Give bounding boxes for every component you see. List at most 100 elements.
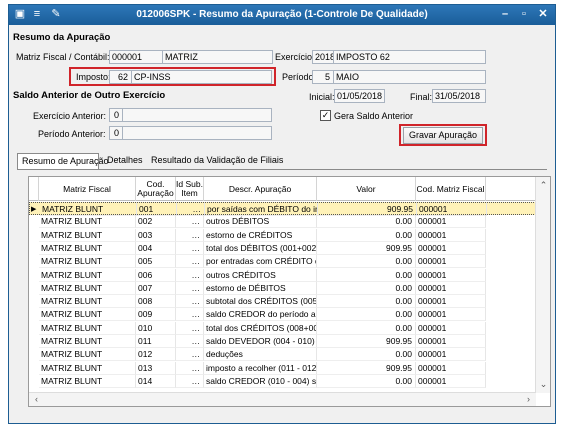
cell-cod-apuracao[interactable]: 013 [136, 361, 176, 375]
table-row[interactable]: MATRIZ BLUNT 012… deduções 0.00 000001 [29, 348, 536, 362]
periodo-anterior-field[interactable]: 0 [109, 126, 123, 140]
cell-id-sub-item[interactable]: … [176, 215, 204, 229]
cell-valor[interactable]: 0.00 [317, 295, 416, 309]
cell-valor[interactable]: 0.00 [317, 215, 416, 229]
cell-matriz-fiscal[interactable]: MATRIZ BLUNT [39, 255, 136, 269]
cell-id-sub-item[interactable]: … [176, 255, 204, 269]
table-row[interactable]: MATRIZ BLUNT 009… saldo CREDOR do período … [29, 308, 536, 322]
cell-descr-apuracao[interactable]: estorno de CRÉDITOS [204, 228, 317, 242]
cell-descr-apuracao[interactable]: outros DÉBITOS [204, 215, 317, 229]
horizontal-scrollbar[interactable]: ‹ › [29, 392, 536, 406]
cell-cod-matriz-fiscal[interactable]: 000001 [416, 295, 486, 309]
table-row[interactable]: MATRIZ BLUNT 002… outros DÉBITOS 0.00 000001 [29, 215, 536, 229]
cell-id-sub-item[interactable]: … [177, 203, 205, 216]
cell-matriz-fiscal[interactable]: MATRIZ BLUNT [39, 241, 136, 255]
cell-descr-apuracao[interactable]: subtotal dos CRÉDITOS (005+0 [204, 295, 317, 309]
cell-descr-apuracao[interactable]: saldo DEVEDOR (004 - 010) se D [204, 335, 317, 348]
cell-cod-apuracao[interactable]: 008 [136, 295, 176, 309]
cell-cod-apuracao[interactable]: 012 [136, 348, 176, 362]
cell-id-sub-item[interactable]: … [176, 295, 204, 309]
tab-detalhes[interactable]: Detalhes [103, 153, 147, 169]
table-row[interactable]: MATRIZ BLUNT 007… estorno de DÉBITOS 0.00 00… [29, 281, 536, 295]
cell-descr-apuracao[interactable]: outros CRÉDITOS [204, 268, 317, 282]
cell-cod-matriz-fiscal[interactable]: 000001 [416, 215, 486, 229]
cell-descr-apuracao[interactable]: por saídas com DÉBITO do impos [205, 203, 318, 216]
table-row[interactable]: MATRIZ BLUNT 004… total dos DÉBITOS (001+0… [29, 241, 536, 255]
cell-id-sub-item[interactable]: … [176, 335, 204, 348]
cell-cod-apuracao[interactable]: 001 [137, 203, 177, 216]
cell-id-sub-item[interactable]: … [176, 361, 204, 375]
table-row[interactable]: MATRIZ BLUNT 008… subtotal dos CRÉDITOS (0… [29, 295, 536, 309]
cell-matriz-fiscal[interactable]: MATRIZ BLUNT [39, 361, 136, 375]
col-cod-apuracao[interactable]: Cod. Apuração [136, 177, 176, 201]
cell-matriz-fiscal[interactable]: MATRIZ BLUNT [39, 228, 136, 242]
imposto-name-field[interactable]: CP-INSS [131, 70, 272, 84]
inicial-date-field[interactable]: 01/05/2018 [334, 89, 385, 103]
tab-resumo-apuracao[interactable]: Resumo de Apuração [17, 153, 109, 170]
cell-cod-matriz-fiscal[interactable]: 000001 [416, 228, 486, 242]
cell-cod-matriz-fiscal[interactable]: 000001 [416, 374, 486, 388]
table-row[interactable]: MATRIZ BLUNT 006… outros CRÉDITOS 0.00 00000… [29, 268, 536, 282]
col-valor[interactable]: Valor [317, 177, 416, 201]
cell-cod-matriz-fiscal[interactable]: 000001 [416, 348, 486, 362]
cell-matriz-fiscal[interactable]: MATRIZ BLUNT [39, 281, 136, 295]
gera-saldo-checkbox[interactable]: ✓ [320, 110, 331, 121]
cell-id-sub-item[interactable]: … [176, 321, 204, 335]
cell-cod-apuracao[interactable]: 002 [136, 215, 176, 229]
cell-id-sub-item[interactable]: … [176, 268, 204, 282]
gravar-apuracao-button[interactable]: Gravar Apuração [403, 127, 483, 144]
matriz-code-field[interactable]: 000001 [109, 50, 163, 64]
cell-id-sub-item[interactable]: … [176, 228, 204, 242]
cell-valor[interactable]: 0.00 [317, 374, 416, 388]
cell-cod-matriz-fiscal[interactable]: 000001 [416, 361, 486, 375]
table-row[interactable]: ▶ MATRIZ BLUNT 001… por saídas com DÉBITO d… [29, 202, 536, 216]
col-matriz-fiscal[interactable]: Matriz Fiscal [39, 177, 136, 201]
cell-valor[interactable]: 909.95 [318, 203, 417, 216]
final-date-field[interactable]: 31/05/2018 [432, 89, 486, 103]
cell-matriz-fiscal[interactable]: MATRIZ BLUNT [39, 374, 136, 388]
cell-cod-matriz-fiscal[interactable]: 000001 [416, 308, 486, 322]
cell-matriz-fiscal[interactable]: MATRIZ BLUNT [39, 348, 136, 362]
minimize-button[interactable]: – [497, 7, 513, 22]
cell-cod-apuracao[interactable]: 007 [136, 281, 176, 295]
periodo-name-field[interactable]: MAIO [333, 70, 486, 84]
cell-matriz-fiscal[interactable]: MATRIZ BLUNT [39, 308, 136, 322]
table-row[interactable]: MATRIZ BLUNT 010… total dos CRÉDITOS (008+… [29, 321, 536, 335]
cell-id-sub-item[interactable]: … [176, 348, 204, 362]
cell-matriz-fiscal[interactable]: MATRIZ BLUNT [39, 295, 136, 309]
cell-valor[interactable]: 909.95 [317, 241, 416, 255]
table-row[interactable]: MATRIZ BLUNT 005… por entradas com CRÉDITO… [29, 255, 536, 269]
cell-descr-apuracao[interactable]: estorno de DÉBITOS [204, 281, 317, 295]
cell-cod-apuracao[interactable]: 006 [136, 268, 176, 282]
cell-matriz-fiscal[interactable]: MATRIZ BLUNT [40, 203, 137, 216]
cell-id-sub-item[interactable]: … [176, 308, 204, 322]
cell-valor[interactable]: 909.95 [317, 361, 416, 375]
exercicio-anterior-desc-field[interactable] [122, 108, 272, 122]
cell-valor[interactable]: 0.00 [317, 308, 416, 322]
cell-cod-apuracao[interactable]: 014 [136, 374, 176, 388]
tab-resultado-validacao[interactable]: Resultado da Validação de Filiais [147, 153, 287, 169]
cell-descr-apuracao[interactable]: saldo CREDOR (010 - 004) se 0< [204, 374, 317, 388]
table-row[interactable]: MATRIZ BLUNT 003… estorno de CRÉDITOS 0.00 0… [29, 228, 536, 242]
col-cod-matriz-fiscal[interactable]: Cod. Matriz Fiscal [416, 177, 486, 201]
cell-cod-apuracao[interactable]: 004 [136, 241, 176, 255]
vertical-scrollbar[interactable]: ⌃ ⌄ [535, 177, 550, 393]
cell-descr-apuracao[interactable]: deduções [204, 348, 317, 362]
matriz-name-field[interactable]: MATRIZ [162, 50, 273, 64]
periodo-anterior-desc-field[interactable] [122, 126, 272, 140]
cell-valor[interactable]: 0.00 [317, 228, 416, 242]
periodo-code-field[interactable]: 5 [312, 70, 334, 84]
cell-cod-matriz-fiscal[interactable]: 000001 [416, 255, 486, 269]
table-row[interactable]: MATRIZ BLUNT 011… saldo DEVEDOR (004 - 010… [29, 335, 536, 348]
col-descr-apuracao[interactable]: Descr. Apuração [204, 177, 317, 201]
cell-id-sub-item[interactable]: … [176, 241, 204, 255]
cell-valor[interactable]: 0.00 [317, 281, 416, 295]
cell-id-sub-item[interactable]: … [176, 281, 204, 295]
cell-valor[interactable]: 0.00 [317, 348, 416, 362]
cell-cod-apuracao[interactable]: 010 [136, 321, 176, 335]
table-row[interactable]: MATRIZ BLUNT 013… imposto a recolher (011 … [29, 361, 536, 375]
imposto-code-field[interactable]: 62 [109, 70, 132, 84]
cell-descr-apuracao[interactable]: por entradas com CRÉDITO do i [204, 255, 317, 269]
cell-valor[interactable]: 0.00 [317, 268, 416, 282]
cell-matriz-fiscal[interactable]: MATRIZ BLUNT [39, 215, 136, 229]
